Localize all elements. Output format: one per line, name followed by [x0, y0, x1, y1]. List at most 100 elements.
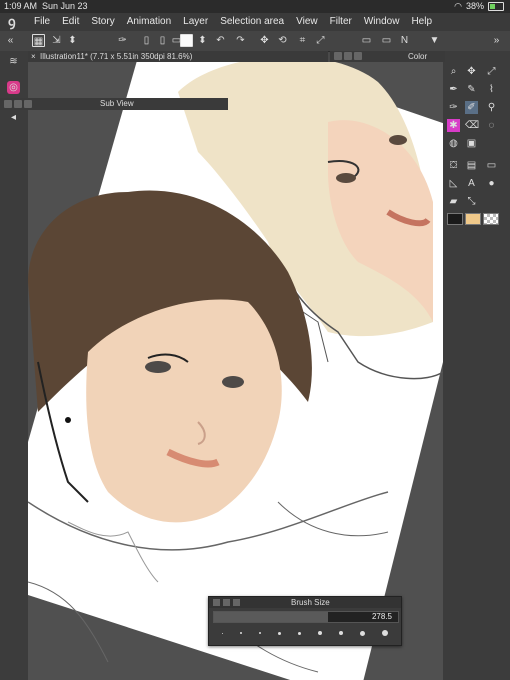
- eraser-icon[interactable]: ⌫: [465, 119, 479, 132]
- brush-preset[interactable]: [277, 631, 281, 635]
- collapse-left-icon[interactable]: «: [4, 34, 17, 47]
- earring: [65, 417, 71, 423]
- lasso-icon[interactable]: ⤢: [314, 34, 327, 47]
- rectangle-icon[interactable]: ▭: [485, 159, 498, 172]
- pencil-selected-icon[interactable]: ✐: [465, 101, 478, 114]
- blend-icon[interactable]: ◌: [485, 119, 498, 132]
- left-eye-right: [222, 376, 244, 388]
- brush-preset[interactable]: [318, 631, 323, 635]
- balloon-icon[interactable]: ●: [485, 177, 498, 190]
- transform-icon[interactable]: ✥: [258, 34, 271, 47]
- collapse-right-icon[interactable]: »: [490, 34, 503, 47]
- status-time: 1:09 AM: [4, 1, 38, 11]
- brush-preset[interactable]: [221, 632, 223, 634]
- dropdown-icon[interactable]: ▼: [428, 34, 441, 47]
- menu-selection-area[interactable]: Selection area: [220, 13, 284, 31]
- brush-preset[interactable]: [258, 632, 261, 634]
- rotate-icon[interactable]: ⟲: [276, 34, 289, 47]
- ruler-tool-icon[interactable]: ▰: [447, 195, 460, 208]
- menu-items: File Edit Story Animation Layer Selectio…: [34, 13, 432, 31]
- brush-size-header: Brush Size: [209, 597, 401, 608]
- undo-icon[interactable]: ↶: [214, 34, 227, 47]
- sub-color-swatch[interactable]: [465, 213, 481, 225]
- left-eye-left: [145, 361, 171, 373]
- left-sidebar: ≋ ◎ ◂: [0, 51, 28, 680]
- pencil-icon[interactable]: ✎: [465, 83, 478, 96]
- menu-edit[interactable]: Edit: [62, 13, 79, 31]
- layers-icon[interactable]: ≋: [7, 55, 20, 68]
- redo-icon[interactable]: ↷: [234, 34, 247, 47]
- ruler-icon[interactable]: ▭: [360, 34, 373, 47]
- crop-icon[interactable]: ⌗: [296, 34, 309, 47]
- text-icon[interactable]: A: [465, 177, 478, 190]
- new-file-icon[interactable]: ▯: [140, 34, 153, 47]
- pen-icon[interactable]: ✒: [447, 83, 460, 96]
- correct-line-icon[interactable]: ⤡: [465, 195, 478, 208]
- transparent-color-swatch[interactable]: [483, 213, 499, 225]
- decoration-icon[interactable]: ✱: [447, 119, 460, 132]
- zoom-icon[interactable]: ⌕: [447, 65, 460, 78]
- app-logo-icon[interactable]: ꝯ: [8, 13, 16, 31]
- pen-tool-icon[interactable]: ✑: [116, 34, 129, 47]
- pen-tool-selected-icon[interactable]: ✑: [447, 101, 460, 114]
- brush-icon[interactable]: ⌇: [485, 83, 498, 96]
- line-icon[interactable]: ◺: [447, 177, 460, 190]
- brush-preset[interactable]: [339, 631, 344, 635]
- subview-minimize-icon[interactable]: [24, 100, 32, 108]
- canvas-area[interactable]: [28, 62, 443, 680]
- illustration-canvas[interactable]: [28, 62, 443, 680]
- panel-toggle-icon[interactable]: ◂: [7, 111, 20, 124]
- menu-view[interactable]: View: [296, 13, 318, 31]
- menu-bar: ꝯ File Edit Story Animation Layer Select…: [0, 13, 510, 31]
- move-icon[interactable]: ✥: [465, 65, 478, 78]
- bucket-icon[interactable]: ⛋: [447, 159, 460, 172]
- brush-size-presets: [213, 625, 397, 641]
- brush-size-slider[interactable]: 278.5: [213, 611, 399, 623]
- right-eye-right: [389, 135, 407, 145]
- brush-preset[interactable]: [297, 631, 301, 635]
- airbrush-icon[interactable]: ⚲: [485, 101, 498, 114]
- fill-icon[interactable]: ◍: [447, 137, 460, 150]
- brush-panel-minimize-icon[interactable]: [233, 599, 240, 606]
- checkbox-icon[interactable]: [180, 34, 193, 47]
- panel-close-icon[interactable]: [344, 52, 352, 60]
- status-right: ◠ 38%: [454, 0, 504, 13]
- menu-story[interactable]: Story: [91, 13, 114, 31]
- instagram-icon[interactable]: ◎: [7, 81, 20, 94]
- brush-preset[interactable]: [239, 632, 242, 634]
- tool-palette: ⌕ ✥ ⤢ ✒ ✎ ⌇ ✑ ✐ ⚲ ✱ ⌫ ◌ ◍ ▣ ⛋ ▤ ▭ ◺ A ● …: [443, 51, 510, 680]
- stepper-icon[interactable]: ⬍: [196, 34, 209, 47]
- grid-icon[interactable]: ▦: [32, 34, 45, 47]
- brush-size-fill: [214, 612, 329, 622]
- menu-window[interactable]: Window: [364, 13, 400, 31]
- open-file-icon[interactable]: ▯: [156, 34, 169, 47]
- wifi-icon: ◠: [454, 1, 462, 11]
- spin-icon[interactable]: ⬍: [66, 34, 79, 47]
- menu-filter[interactable]: Filter: [330, 13, 352, 31]
- panel-minimize-icon[interactable]: [354, 52, 362, 60]
- subview-close-icon[interactable]: [14, 100, 22, 108]
- close-tab-icon[interactable]: ×: [31, 51, 36, 62]
- menu-animation[interactable]: Animation: [127, 13, 171, 31]
- brush-panel-menu-icon[interactable]: [213, 599, 220, 606]
- brush-size-value: 278.5: [371, 612, 392, 621]
- document-title: Illustration11* (7.71 x 5.51in 350dpi 81…: [40, 52, 193, 61]
- line-tool-icon[interactable]: N: [398, 34, 411, 47]
- brush-panel-close-icon[interactable]: [223, 599, 230, 606]
- layer-move-icon[interactable]: ⇲: [50, 34, 63, 47]
- gradient-tool-icon[interactable]: ▤: [465, 159, 478, 172]
- document-tab[interactable]: × Illustration11* (7.71 x 5.51in 350dpi …: [28, 51, 328, 62]
- menu-file[interactable]: File: [34, 13, 50, 31]
- ruler-icon-2[interactable]: ▭: [380, 34, 393, 47]
- brush-size-title: Brush Size: [291, 598, 330, 607]
- brush-preset[interactable]: [360, 630, 366, 636]
- menu-layer[interactable]: Layer: [183, 13, 208, 31]
- panel-menu-icon[interactable]: [334, 52, 342, 60]
- subview-menu-icon[interactable]: [4, 100, 12, 108]
- eyedropper-icon[interactable]: ⤢: [485, 65, 498, 78]
- menu-help[interactable]: Help: [411, 13, 432, 31]
- brush-preset[interactable]: [382, 630, 389, 636]
- sub-view-panel-header: Sub View: [0, 98, 228, 110]
- gradient-icon[interactable]: ▣: [465, 137, 478, 150]
- main-color-swatch[interactable]: [447, 213, 463, 225]
